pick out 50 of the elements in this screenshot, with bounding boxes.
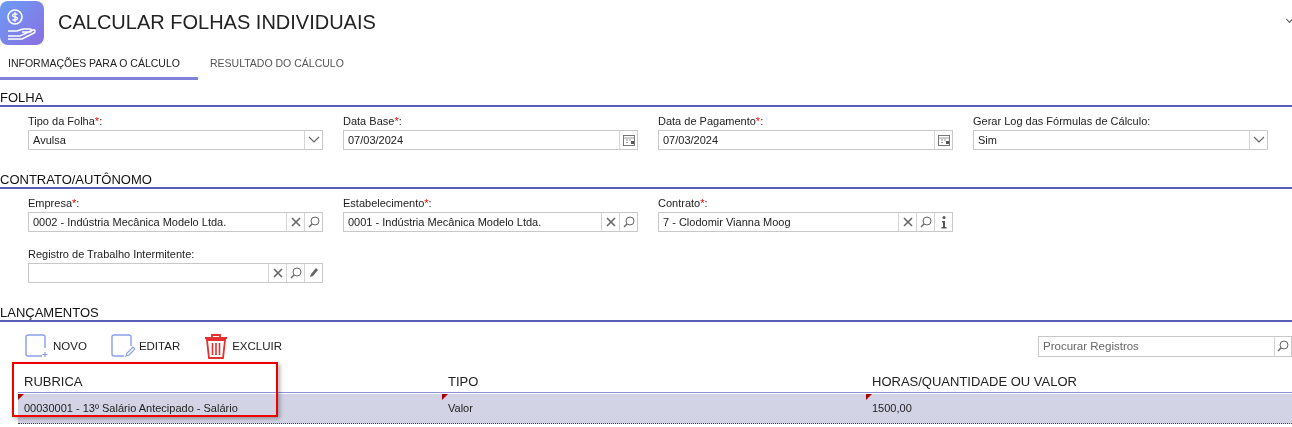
lookup-field[interactable]: 0002 - Indústria Mecânica Modelo Ltda. (28, 212, 323, 232)
search-icon[interactable] (619, 213, 637, 231)
tab[interactable]: RESULTADO DO CÁLCULO (202, 50, 398, 80)
section-heading: LANÇAMENTOS (0, 295, 1292, 322)
column-header[interactable]: HORAS/QUANTIDADE OU VALOR (866, 371, 1292, 392)
calendar-icon[interactable] (934, 131, 952, 149)
trash-icon (204, 333, 229, 359)
clear-icon[interactable] (268, 264, 286, 282)
section-heading: FOLHA (0, 80, 1292, 107)
field-label: Estabelecimento*: (343, 197, 433, 210)
dropdown-field[interactable]: Sim (973, 130, 1268, 150)
lookup-field[interactable]: 7 - Clodomir Vianna Moog (658, 212, 953, 232)
clear-icon[interactable] (286, 213, 304, 231)
table-row[interactable]: 00030001 - 13º Salário Antecipado - Salário Valor 1500,00 (18, 394, 1292, 424)
chevron-down-icon[interactable] (1249, 131, 1267, 149)
search-icon[interactable] (916, 213, 934, 231)
tab[interactable]: INFORMAÇÕES PARA O CÁLCULO (0, 50, 198, 80)
search-icon[interactable] (304, 213, 322, 231)
field-label: Data Base*: (343, 115, 403, 128)
field-label: Data de Pagamento*: (658, 115, 765, 128)
lookup-field[interactable]: 0001 - Indústria Mecânica Modelo Ltda. (343, 212, 638, 232)
table-cell: 00030001 - 13º Salário Antecipado - Salário (24, 402, 238, 414)
search-icon[interactable] (1274, 335, 1292, 357)
delete-button[interactable]: EXCLUIR (204, 333, 283, 359)
new-button[interactable]: NOVO (25, 333, 87, 359)
field-label: Tipo da Folha*: (28, 115, 104, 128)
dropdown-field[interactable]: Avulsa (28, 130, 323, 150)
lookup-field[interactable] (28, 263, 323, 283)
edit-button[interactable]: EDITAR (110, 333, 181, 359)
chevron-down-icon[interactable] (304, 131, 322, 149)
clear-icon[interactable] (601, 213, 619, 231)
field-label: Contrato*: (658, 197, 709, 210)
clear-icon[interactable] (898, 213, 916, 231)
search-icon[interactable] (286, 264, 304, 282)
page-title: CALCULAR FOLHAS INDIVIDUAIS (58, 11, 376, 34)
column-header[interactable]: TIPO (442, 371, 866, 392)
new-document-icon (25, 334, 49, 358)
field-label: Gerar Log das Fórmulas de Cálculo: (973, 115, 1152, 128)
search-field[interactable]: Procurar Registros (1038, 335, 1274, 357)
field-label: Registro de Trabalho Intermitente: (28, 248, 196, 261)
money-hand-icon (0, 0, 44, 45)
table-cell: 1500,00 (872, 402, 912, 414)
column-header[interactable]: RUBRICA (18, 371, 442, 392)
edit-document-icon (110, 334, 135, 358)
field-label: Empresa*: (28, 197, 81, 210)
date-field[interactable]: 07/03/2024 (343, 130, 638, 150)
calendar-icon[interactable] (619, 131, 637, 149)
date-field[interactable]: 07/03/2024 (658, 130, 953, 150)
section-heading: CONTRATO/AUTÔNOMO (0, 162, 1292, 189)
table-cell: Valor (448, 402, 473, 414)
